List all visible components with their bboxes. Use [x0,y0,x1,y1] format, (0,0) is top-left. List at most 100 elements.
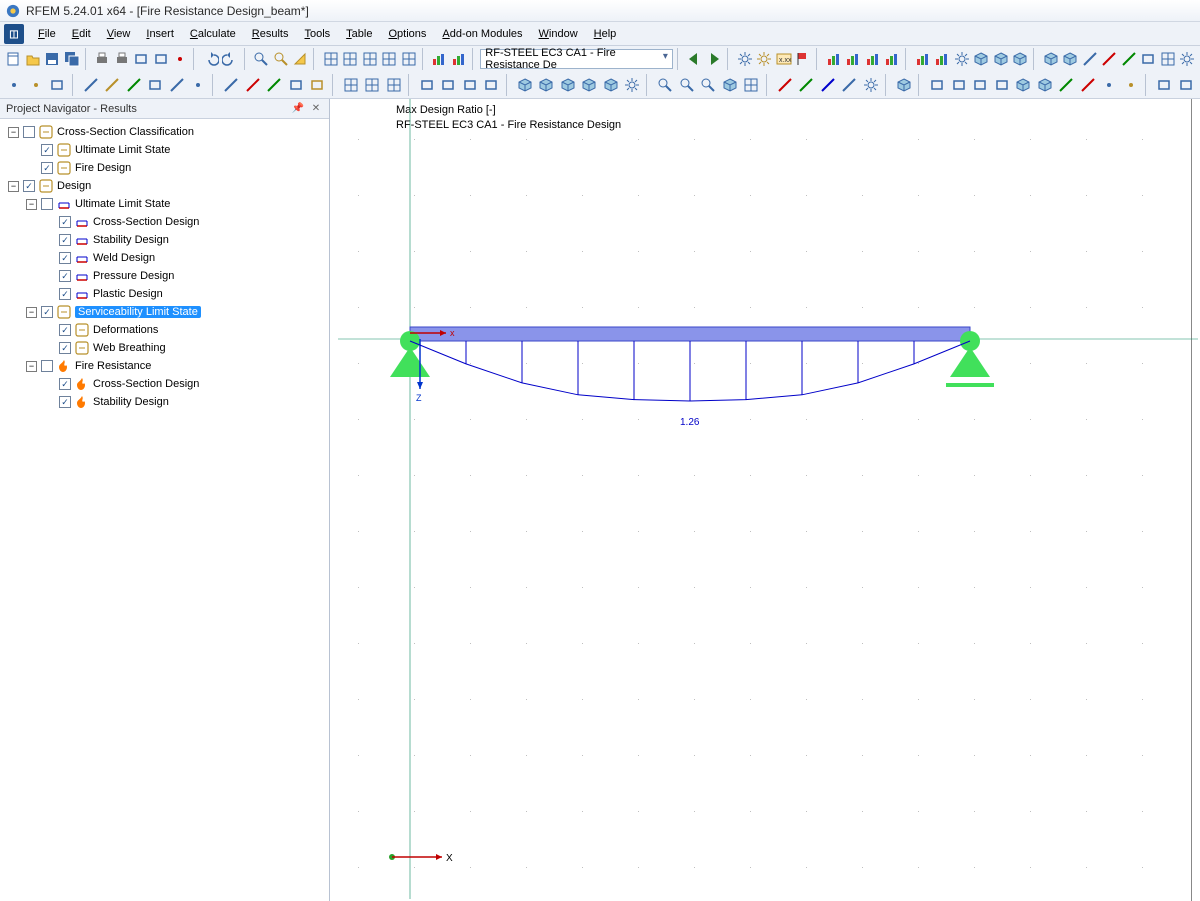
expand-icon[interactable]: − [26,361,37,372]
tb-find[interactable] [252,48,270,70]
tb-n3[interactable] [383,74,404,96]
tb-save[interactable] [43,48,61,70]
tb-ax5[interactable] [860,74,881,96]
tree-item-plastic-design[interactable]: Plastic Design [0,285,329,303]
checkbox[interactable] [59,288,71,300]
model-viewport[interactable]: Max Design Ratio [-] RF-STEEL EC3 CA1 - … [330,99,1200,901]
tb-undo[interactable] [202,48,220,70]
tb-table3[interactable] [360,48,378,70]
tb-p8[interactable] [1078,74,1099,96]
tb-v1[interactable] [825,48,843,70]
tree-item-stability-design[interactable]: Stability Design [0,231,329,249]
tb-p3[interactable] [970,74,991,96]
tb-ax4[interactable] [839,74,860,96]
tb-p2[interactable] [948,74,969,96]
expand-icon[interactable] [44,271,55,282]
tb-chart[interactable] [430,48,448,70]
tb-z8[interactable] [1178,48,1196,70]
menu-calculate[interactable]: Calculate [182,22,244,45]
tb-l5[interactable] [166,74,187,96]
expand-icon[interactable] [44,397,55,408]
tb-open[interactable] [23,48,41,70]
tb-zz2[interactable] [677,74,698,96]
tb-sel2[interactable] [26,74,47,96]
tb-l4[interactable] [145,74,166,96]
tb-z3[interactable] [1081,48,1099,70]
tb-redo[interactable] [221,48,239,70]
checkbox[interactable] [59,324,71,336]
tb-s3[interactable] [557,74,578,96]
tb-zz4[interactable] [720,74,741,96]
tb-p7[interactable] [1056,74,1077,96]
tb-e2[interactable] [438,74,459,96]
tb-g5[interactable] [991,48,1009,70]
checkbox[interactable] [59,270,71,282]
tree-item-design[interactable]: −Design [0,177,329,195]
checkbox[interactable] [41,144,53,156]
tb-l1[interactable] [80,74,101,96]
tb-copy[interactable] [132,48,150,70]
tb-e4[interactable] [481,74,502,96]
tree-item-ultimate-limit-state[interactable]: −Ultimate Limit State [0,195,329,213]
tree-item-fire-resistance[interactable]: −Fire Resistance [0,357,329,375]
expand-icon[interactable] [26,163,37,174]
tb-s2[interactable] [536,74,557,96]
tree-item-cross-section-design[interactable]: Cross-Section Design [0,375,329,393]
tb-calc[interactable] [291,48,309,70]
tb-d4[interactable] [286,74,307,96]
expand-icon[interactable] [44,343,55,354]
tb-table2[interactable] [341,48,359,70]
tb-z2[interactable] [1061,48,1079,70]
tb-print[interactable] [93,48,111,70]
expand-icon[interactable]: − [8,127,19,138]
checkbox[interactable] [59,396,71,408]
tb-ax1[interactable] [774,74,795,96]
tb-m2[interactable] [755,48,773,70]
tb-p6[interactable] [1035,74,1056,96]
tb-l3[interactable] [123,74,144,96]
checkbox[interactable] [41,306,53,318]
tb-z7[interactable] [1158,48,1176,70]
tb-s5[interactable] [600,74,621,96]
tb-g6[interactable] [1011,48,1029,70]
tb-d3[interactable] [264,74,285,96]
tb-r1[interactable] [894,74,915,96]
tree-item-weld-design[interactable]: Weld Design [0,249,329,267]
tb-zz3[interactable] [698,74,719,96]
tb-ax3[interactable] [817,74,838,96]
tb-d5[interactable] [307,74,328,96]
tb-q1[interactable] [1154,74,1175,96]
expand-icon[interactable] [44,217,55,228]
pin-icon[interactable]: 📌 [291,102,305,116]
tb-ax2[interactable] [796,74,817,96]
menu-view[interactable]: View [99,22,139,45]
tb-z4[interactable] [1100,48,1118,70]
tree-item-fire-design[interactable]: Fire Design [0,159,329,177]
checkbox[interactable] [59,252,71,264]
tb-p5[interactable] [1013,74,1034,96]
tb-g4[interactable] [972,48,990,70]
beam-member[interactable] [410,327,970,341]
close-panel-icon[interactable]: ✕ [309,102,323,116]
checkbox[interactable] [59,342,71,354]
checkbox[interactable] [23,180,35,192]
tb-z5[interactable] [1119,48,1137,70]
checkbox[interactable] [41,360,53,372]
menu-window[interactable]: Window [531,22,586,45]
checkbox[interactable] [59,378,71,390]
tb-p1[interactable] [927,74,948,96]
toolbar-module-combo[interactable]: RF-STEEL EC3 CA1 - Fire Resistance De [480,49,673,69]
menu-table[interactable]: Table [338,22,380,45]
menu-edit[interactable]: Edit [64,22,99,45]
tb-find2[interactable] [271,48,289,70]
tb-d2[interactable] [243,74,264,96]
expand-icon[interactable] [44,289,55,300]
menu-help[interactable]: Help [586,22,625,45]
tb-v4[interactable] [883,48,901,70]
tb-v2[interactable] [844,48,862,70]
tb-m1[interactable] [735,48,753,70]
tb-p4[interactable] [991,74,1012,96]
tb-p10[interactable] [1121,74,1142,96]
expand-icon[interactable] [44,235,55,246]
tb-sel[interactable] [4,74,25,96]
